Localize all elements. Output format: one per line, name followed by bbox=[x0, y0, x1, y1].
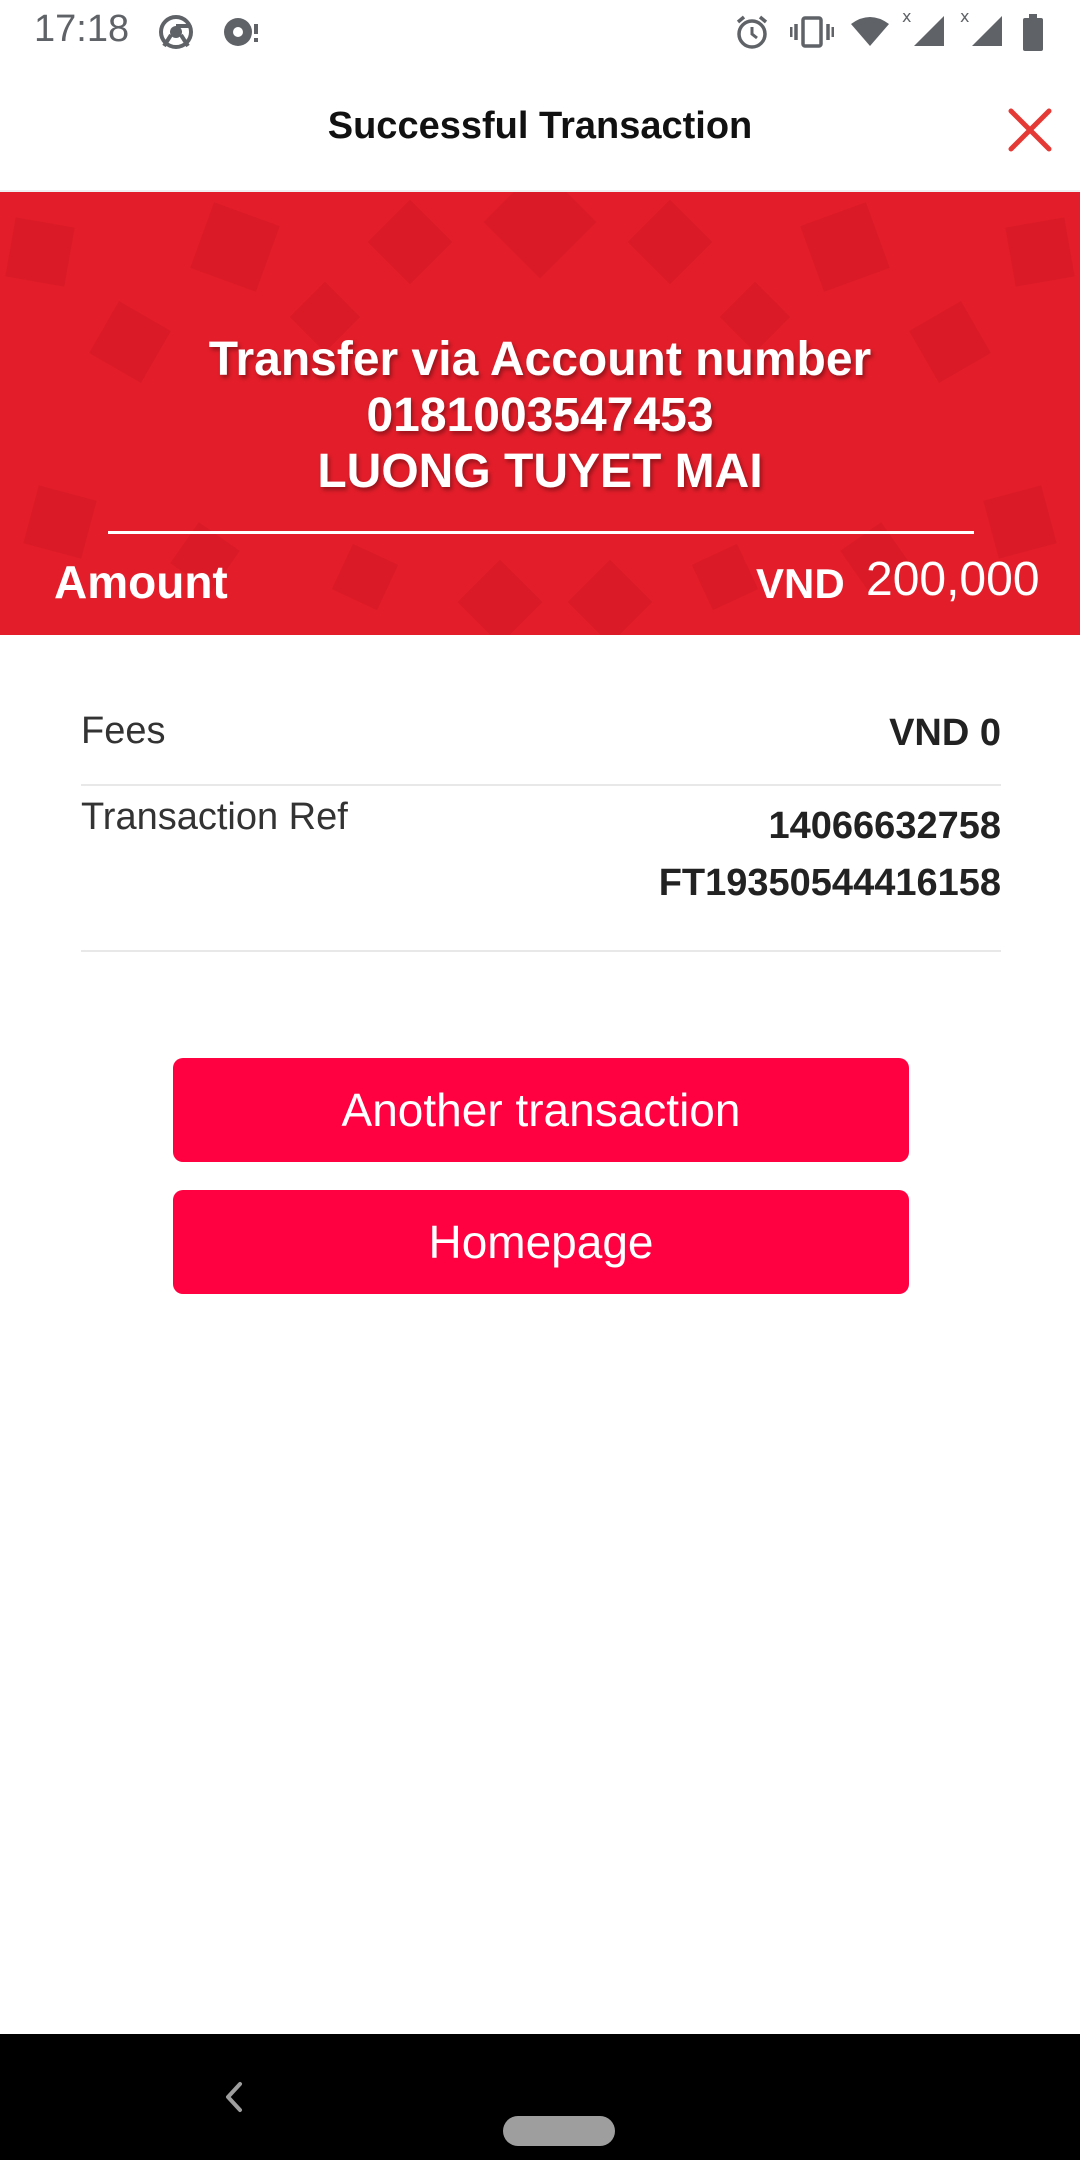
svg-text:x: x bbox=[902, 8, 911, 26]
notification-app-icon bbox=[222, 14, 262, 55]
homepage-button[interactable]: Homepage bbox=[173, 1190, 909, 1294]
transaction-ref-number: 14066632758 bbox=[768, 805, 1001, 847]
amount-label: Amount bbox=[54, 556, 228, 608]
back-chevron-icon bbox=[226, 2082, 242, 2112]
transaction-ft-code: FT19350544416158 bbox=[658, 862, 1001, 904]
banner-divider bbox=[108, 531, 974, 534]
amount-value: 200,000 bbox=[866, 553, 1040, 606]
transfer-description: Transfer via Account number 018100354745… bbox=[0, 332, 1080, 500]
page-title: Successful Transaction bbox=[327, 105, 753, 147]
wifi-icon bbox=[850, 14, 890, 55]
system-nav-bar bbox=[0, 2034, 1080, 2160]
amount-currency: VND bbox=[756, 560, 845, 607]
close-icon bbox=[1008, 108, 1052, 152]
status-bar: 17:18 x x bbox=[0, 0, 1080, 62]
alarm-icon bbox=[734, 14, 770, 55]
vibrate-icon bbox=[789, 14, 835, 55]
transaction-details: Fees VND 0 Transaction Ref 14066632758 F… bbox=[81, 700, 1001, 952]
fees-row: Fees VND 0 bbox=[81, 700, 1001, 786]
fees-label: Fees bbox=[81, 710, 166, 752]
transaction-success-screen: 17:18 x x Successful Transaction Transfe… bbox=[0, 0, 1080, 2160]
svg-text:x: x bbox=[960, 8, 969, 26]
fees-value: VND 0 bbox=[889, 712, 1001, 754]
battery-icon bbox=[1022, 14, 1044, 57]
cell-signal-2-icon: x bbox=[958, 7, 1006, 55]
another-transaction-button[interactable]: Another transaction bbox=[173, 1058, 909, 1162]
recipient-name: LUONG TUYET MAI bbox=[317, 445, 763, 498]
back-button[interactable] bbox=[214, 2074, 254, 2120]
transfer-method-label: Transfer via Account number bbox=[208, 333, 872, 386]
transaction-ref-row: Transaction Ref 14066632758 FT1935054441… bbox=[81, 786, 1001, 952]
home-pill-button[interactable] bbox=[503, 2116, 615, 2146]
transaction-ref-value: 14066632758 FT19350544416158 bbox=[659, 798, 1001, 912]
account-number: 0181003547453 bbox=[366, 389, 714, 442]
transaction-ref-label: Transaction Ref bbox=[81, 796, 348, 838]
chrome-icon bbox=[158, 14, 194, 55]
close-button[interactable] bbox=[1000, 100, 1060, 160]
transaction-summary-banner: Transfer via Account number 018100354745… bbox=[0, 192, 1080, 635]
title-bar: Successful Transaction bbox=[0, 62, 1080, 192]
status-time: 17:18 bbox=[34, 8, 130, 50]
cell-signal-icon: x bbox=[900, 7, 948, 55]
